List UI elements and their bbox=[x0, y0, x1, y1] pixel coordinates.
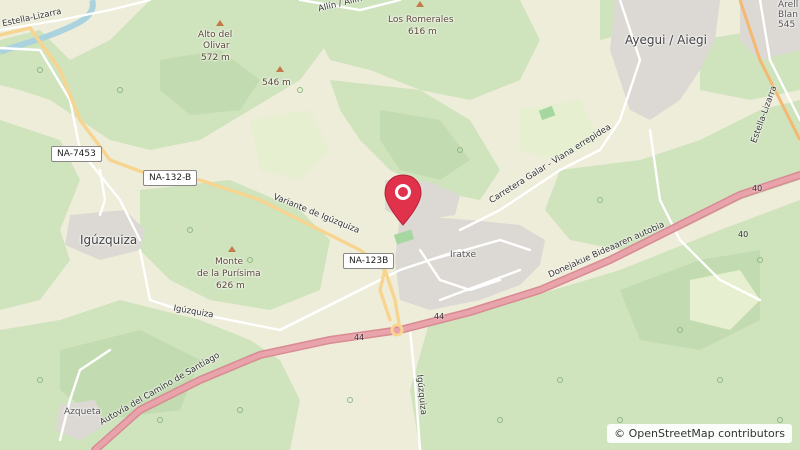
peak-unnamed-elevation: 546 m bbox=[262, 78, 291, 88]
place-iratxe-label: Iratxe bbox=[450, 250, 476, 260]
peak-purisima-elevation: 626 m bbox=[216, 281, 245, 291]
place-arellano-label-2: Blan bbox=[778, 10, 798, 20]
peak-purisima-name-2: de la Purísima bbox=[197, 269, 261, 279]
map-canvas[interactable]: Ayegui / Aiegi Igúzquiza Iratxe Azqueta … bbox=[0, 0, 800, 450]
location-pin-icon[interactable] bbox=[381, 173, 425, 229]
place-azqueta-label: Azqueta bbox=[64, 407, 101, 417]
motorway-number-4: 40 bbox=[738, 230, 749, 239]
peak-romerales-elevation: 616 m bbox=[408, 27, 437, 37]
place-arellano-label-3: 545 bbox=[778, 20, 796, 30]
motorway-number-1: 40 bbox=[752, 184, 763, 193]
shield-na7453: NA-7453 bbox=[51, 146, 102, 162]
peak-romerales-name: Los Romerales bbox=[388, 15, 454, 25]
peak-olivar-name-2: Olivar bbox=[203, 41, 230, 51]
motorway-number-3: 44 bbox=[354, 333, 365, 342]
shield-na123b: NA-123B bbox=[343, 253, 395, 269]
shield-na132b: NA-132-B bbox=[143, 170, 198, 186]
place-arellano-label: Arell bbox=[778, 0, 799, 10]
place-ayegui-label: Ayegui / Aiegi bbox=[625, 33, 707, 47]
peak-olivar-name-1: Alto del bbox=[198, 30, 233, 40]
attribution-link[interactable]: © OpenStreetMap contributors bbox=[607, 424, 792, 443]
peak-olivar-elevation: 572 m bbox=[201, 53, 230, 63]
peak-purisima-name-1: Monte bbox=[215, 257, 244, 267]
motorway-number-2: 44 bbox=[434, 312, 445, 321]
place-iguzquiza-label: Igúzquiza bbox=[80, 233, 138, 247]
